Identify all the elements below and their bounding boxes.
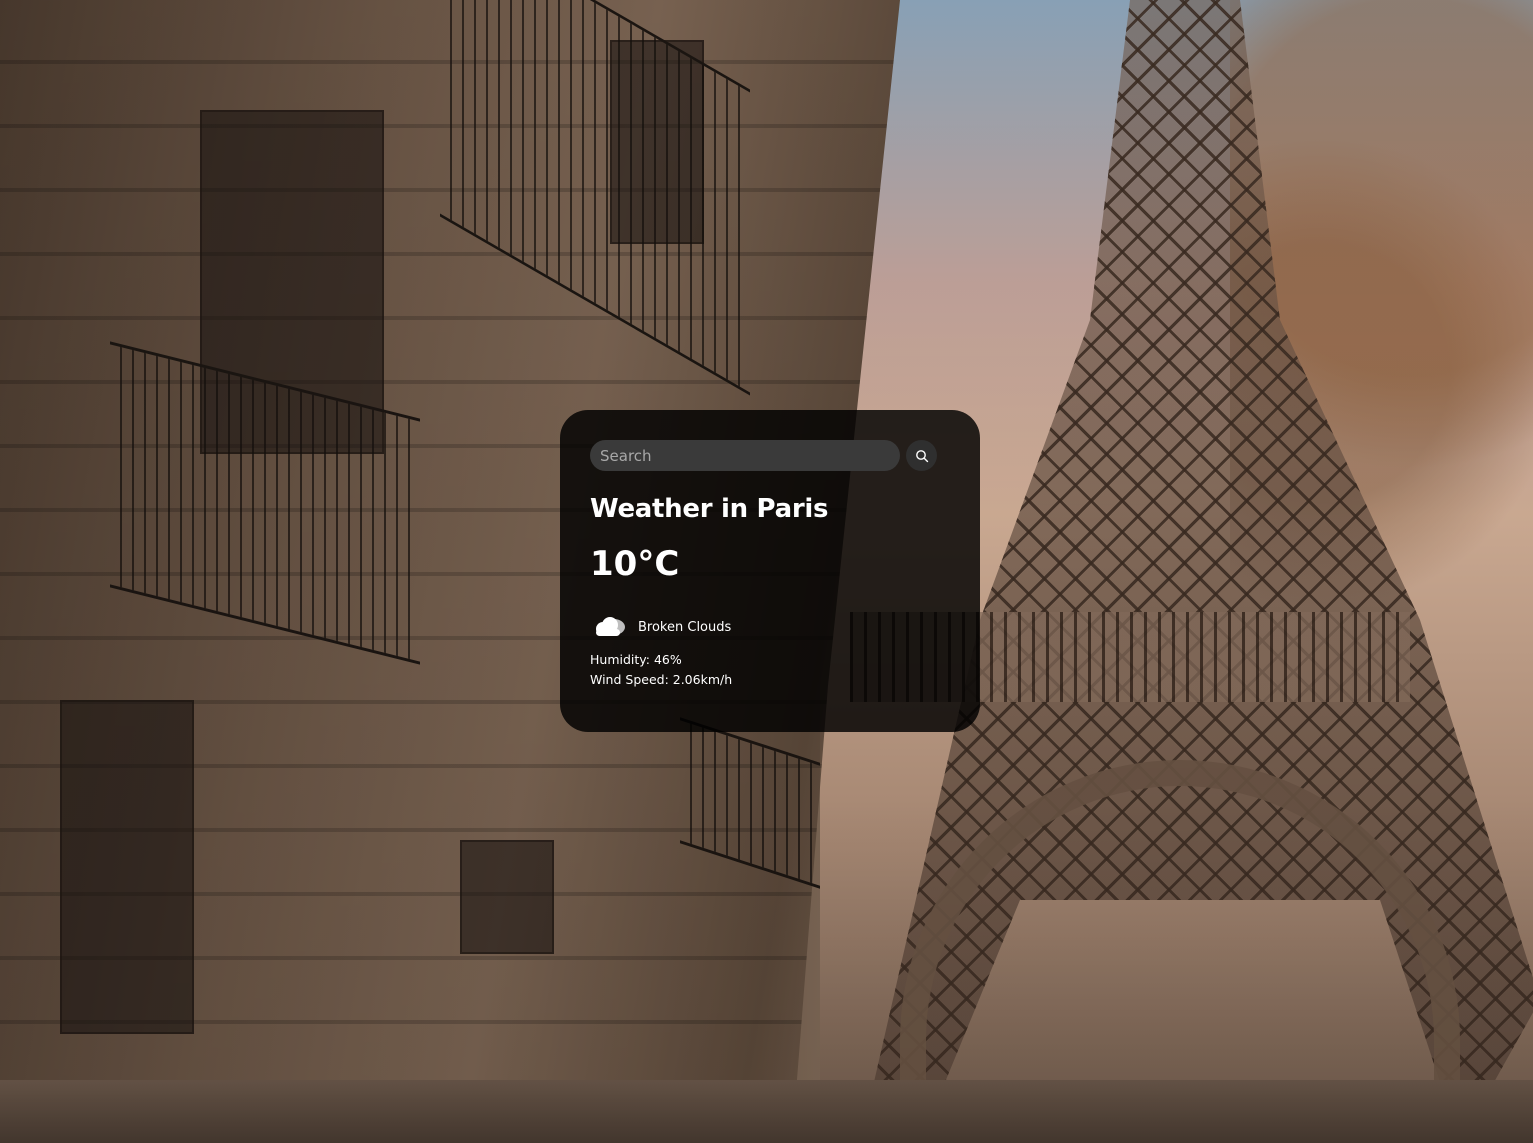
temperature: 10°C — [590, 543, 680, 584]
weather-card: Weather in Paris 10°C Broken Clouds Humi… — [560, 410, 980, 732]
search-bar — [590, 440, 950, 471]
weather-title: Weather in Paris — [590, 494, 829, 524]
search-button[interactable] — [906, 440, 937, 471]
humidity: Humidity: 46% — [590, 652, 682, 668]
wind-speed: Wind Speed: 2.06km/h — [590, 672, 733, 688]
search-input[interactable] — [590, 440, 900, 471]
condition-label: Broken Clouds — [638, 619, 732, 635]
cloud-icon — [596, 617, 625, 637]
search-icon — [915, 449, 928, 462]
weather-condition: Broken Clouds — [590, 614, 950, 640]
